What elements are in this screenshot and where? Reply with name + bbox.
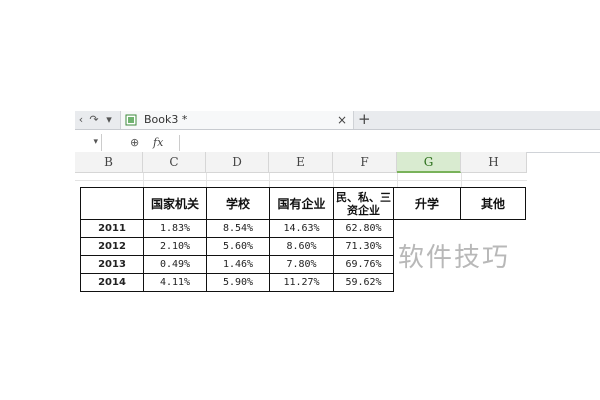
empty-cell[interactable] [461, 274, 526, 292]
chevron-down-icon[interactable]: ▾ [103, 111, 115, 129]
table-row: 2014 4.11% 5.90% 11.27% 59.62% [80, 273, 526, 292]
value-cell[interactable]: 0.49% [143, 255, 207, 274]
value-cell[interactable]: 11.27% [269, 273, 334, 292]
add-tab-icon[interactable]: + [358, 110, 371, 128]
empty-cell[interactable] [394, 220, 461, 238]
tab-bar: ‹ ↷ ▾ Book3 * × + [75, 110, 600, 130]
back-arrow-icon[interactable]: ‹ [75, 111, 87, 129]
value-cell[interactable]: 14.63% [269, 219, 334, 238]
name-box[interactable]: ▾ [75, 134, 102, 151]
column-header-g[interactable]: G [397, 152, 461, 173]
value-cell[interactable]: 2.10% [143, 237, 207, 256]
value-cell[interactable]: 8.54% [206, 219, 270, 238]
value-cell[interactable]: 5.60% [206, 237, 270, 256]
column-header-b[interactable]: B [75, 152, 143, 173]
header-cell[interactable]: 国有企业 [269, 187, 334, 220]
zoom-icon[interactable]: ⊕ [130, 134, 139, 152]
tab-title: Book3 * [144, 113, 188, 126]
header-cell[interactable]: 国家机关 [143, 187, 207, 220]
header-cell[interactable]: 学校 [206, 187, 270, 220]
column-header-d[interactable]: D [206, 152, 269, 173]
empty-cell[interactable] [394, 274, 461, 292]
value-cell[interactable]: 62.80% [333, 219, 394, 238]
header-cell[interactable]: 其他 [460, 187, 526, 220]
header-cell[interactable]: 升学 [393, 187, 461, 220]
column-header-c[interactable]: C [143, 152, 206, 173]
value-cell[interactable]: 4.11% [143, 273, 207, 292]
year-cell[interactable]: 2011 [80, 219, 144, 238]
redo-arrow-icon[interactable]: ↷ [87, 111, 101, 129]
workbook-icon [125, 114, 137, 126]
value-cell[interactable]: 8.60% [269, 237, 334, 256]
column-header-h[interactable]: H [461, 152, 527, 173]
year-cell[interactable]: 2012 [80, 237, 144, 256]
year-cell[interactable]: 2014 [80, 273, 144, 292]
fx-icon[interactable]: fx [153, 134, 163, 152]
header-cell[interactable] [80, 187, 144, 220]
gridline [75, 180, 527, 181]
value-cell[interactable]: 59.62% [333, 273, 394, 292]
formula-bar: ▾ ⊕ fx [75, 134, 600, 153]
value-cell[interactable]: 5.90% [206, 273, 270, 292]
value-cell[interactable]: 1.83% [143, 219, 207, 238]
value-cell[interactable]: 69.76% [333, 255, 394, 274]
header-cell[interactable]: 民、私、三资企业 [333, 187, 394, 220]
table-row: 2011 1.83% 8.54% 14.63% 62.80% [80, 219, 526, 238]
watermark: 软件技巧 [398, 243, 511, 273]
formula-input[interactable] [179, 135, 600, 151]
column-header-e[interactable]: E [269, 152, 333, 173]
column-header-f[interactable]: F [333, 152, 397, 173]
close-icon[interactable]: × [337, 111, 347, 129]
tab-book3[interactable]: Book3 * × [120, 111, 354, 129]
value-cell[interactable]: 7.80% [269, 255, 334, 274]
chevron-down-icon: ▾ [93, 137, 98, 147]
year-cell[interactable]: 2013 [80, 255, 144, 274]
empty-cell[interactable] [461, 220, 526, 238]
value-cell[interactable]: 1.46% [206, 255, 270, 274]
table-header-row: 国家机关 学校 国有企业 民、私、三资企业 升学 其他 [80, 187, 526, 220]
value-cell[interactable]: 71.30% [333, 237, 394, 256]
